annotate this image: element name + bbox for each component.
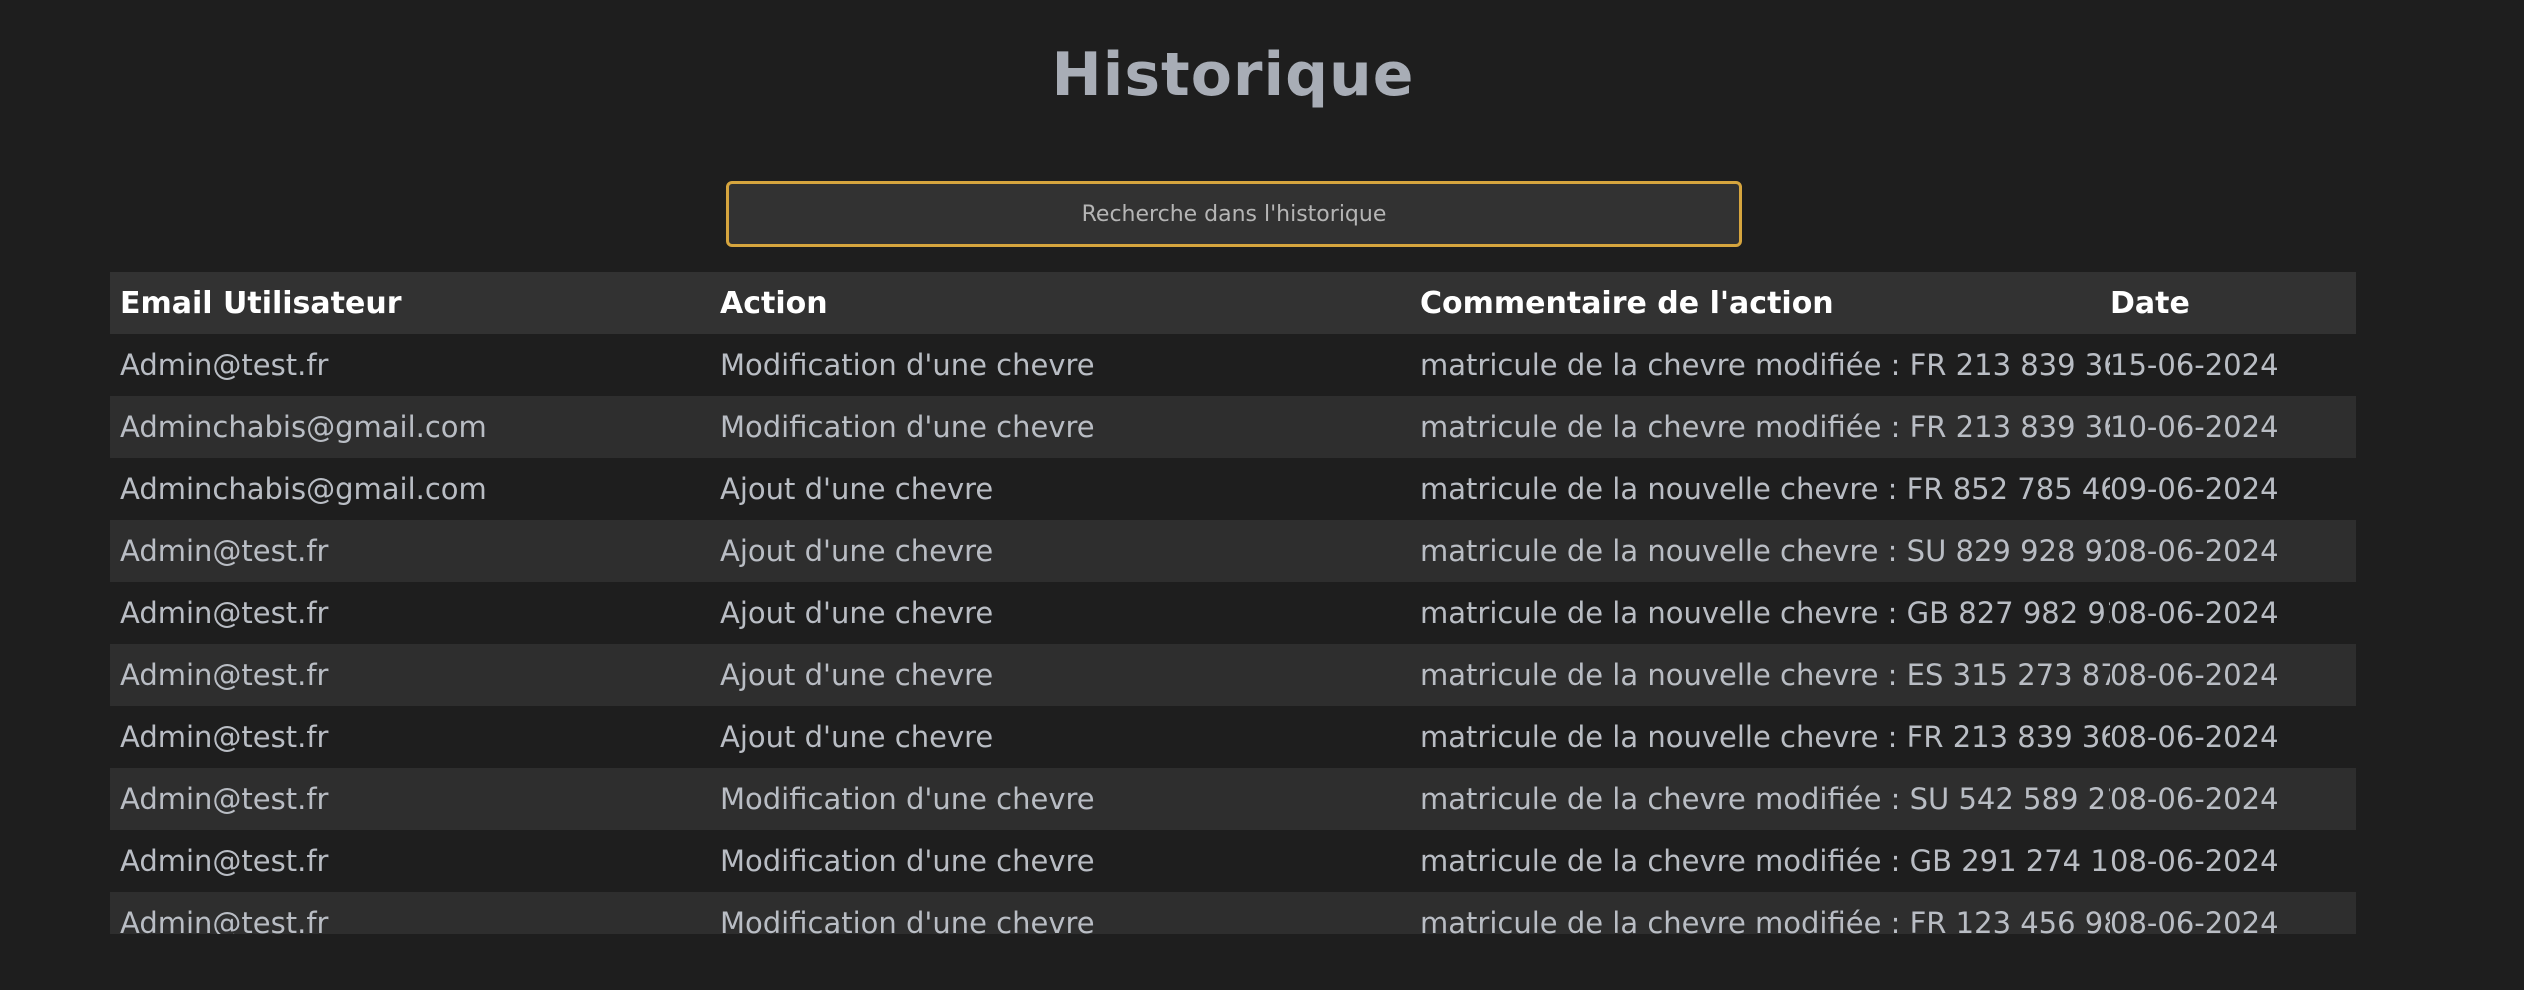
table-row: Admin@test.fr Modification d'une chevre ma… — [110, 830, 2356, 892]
cell-comment: matricule de la nouvelle chevre : SU 829… — [1420, 534, 2110, 568]
cell-action: Ajout d'une chevre — [720, 720, 994, 754]
cell-date: 08-06-2024 — [2110, 658, 2279, 692]
cell-action: Modification d'une chevre — [720, 782, 1095, 816]
table-row: Admin@test.fr Modification d'une chevre ma… — [110, 768, 2356, 830]
cell-date: 08-06-2024 — [2110, 906, 2279, 934]
cell-date: 08-06-2024 — [2110, 782, 2279, 816]
cell-date: 08-06-2024 — [2110, 596, 2279, 630]
cell-date: 08-06-2024 — [2110, 534, 2279, 568]
cell-action: Modification d'une chevre — [720, 348, 1095, 382]
cell-email: Admin@test.fr — [120, 782, 329, 816]
table-body: Admin@test.fr Modification d'une chevre ma… — [110, 334, 2356, 934]
history-table: Email Utilisateur Action Commentaire de … — [110, 272, 2356, 934]
cell-action: Modification d'une chevre — [720, 410, 1095, 444]
table-row: Admin@test.fr Modification d'une chevre ma… — [110, 892, 2356, 934]
cell-date: 10-06-2024 — [2110, 410, 2279, 444]
cell-date: 08-06-2024 — [2110, 844, 2279, 878]
cell-email: Admin@test.fr — [120, 720, 329, 754]
cell-action: Ajout d'une chevre — [720, 472, 994, 506]
cell-comment: matricule de la nouvelle chevre : GB 827… — [1420, 596, 2110, 630]
cell-email: Admin@test.fr — [120, 596, 329, 630]
cell-action: Ajout d'une chevre — [720, 658, 994, 692]
search-input[interactable] — [726, 181, 1742, 247]
history-page: Historique Email Utilisateur Action Comm… — [0, 0, 2524, 990]
table-row: Admin@test.fr Ajout d'une chevre matricule… — [110, 520, 2356, 582]
cell-email: Admin@test.fr — [120, 844, 329, 878]
cell-date: 15-06-2024 — [2110, 348, 2279, 382]
header-comment: Commentaire de l'action — [1420, 285, 1834, 321]
table-row: Admin@test.fr Ajout d'une chevre matricule… — [110, 582, 2356, 644]
cell-comment: matricule de la chevre modifiée : GB 291… — [1420, 844, 2110, 878]
cell-email: Admin@test.fr — [120, 534, 329, 568]
cell-comment: matricule de la chevre modifiée : FR 213… — [1420, 410, 2110, 444]
cell-action: Modification d'une chevre — [720, 906, 1095, 934]
history-table-container[interactable]: Email Utilisateur Action Commentaire de … — [110, 272, 2356, 934]
cell-email: Adminchabis@gmail.com — [120, 410, 487, 444]
cell-email: Admin@test.fr — [120, 906, 329, 934]
cell-comment: matricule de la chevre modifiée : FR 213… — [1420, 348, 2110, 382]
table-row: Admin@test.fr Modification d'une chevre ma… — [110, 334, 2356, 396]
search-container — [726, 181, 1742, 247]
header-date: Date — [2110, 285, 2190, 321]
table-row: Admin@test.fr Ajout d'une chevre matricule… — [110, 706, 2356, 768]
table-row: Admin@test.fr Ajout d'une chevre matricule… — [110, 644, 2356, 706]
cell-email: Adminchabis@gmail.com — [120, 472, 487, 506]
cell-date: 09-06-2024 — [2110, 472, 2279, 506]
table-header-row: Email Utilisateur Action Commentaire de … — [110, 272, 2356, 334]
cell-comment: matricule de la nouvelle chevre : ES 315… — [1420, 658, 2110, 692]
cell-date: 08-06-2024 — [2110, 720, 2279, 754]
table-row: Adminchabis@gmail.com Ajout d'une chevre m… — [110, 458, 2356, 520]
cell-action: Ajout d'une chevre — [720, 596, 994, 630]
cell-comment: matricule de la chevre modifiée : SU 542… — [1420, 782, 2110, 816]
cell-action: Ajout d'une chevre — [720, 534, 994, 568]
cell-comment: matricule de la chevre modifiée : FR 123… — [1420, 906, 2110, 934]
header-email: Email Utilisateur — [120, 285, 402, 321]
cell-email: Admin@test.fr — [120, 348, 329, 382]
cell-action: Modification d'une chevre — [720, 844, 1095, 878]
cell-comment: matricule de la nouvelle chevre : FR 213… — [1420, 720, 2110, 754]
cell-email: Admin@test.fr — [120, 658, 329, 692]
table-row: Adminchabis@gmail.com Modification d'une … — [110, 396, 2356, 458]
page-title: Historique — [1051, 40, 1415, 110]
cell-comment: matricule de la nouvelle chevre : FR 852… — [1420, 472, 2110, 506]
header-action: Action — [720, 285, 828, 321]
